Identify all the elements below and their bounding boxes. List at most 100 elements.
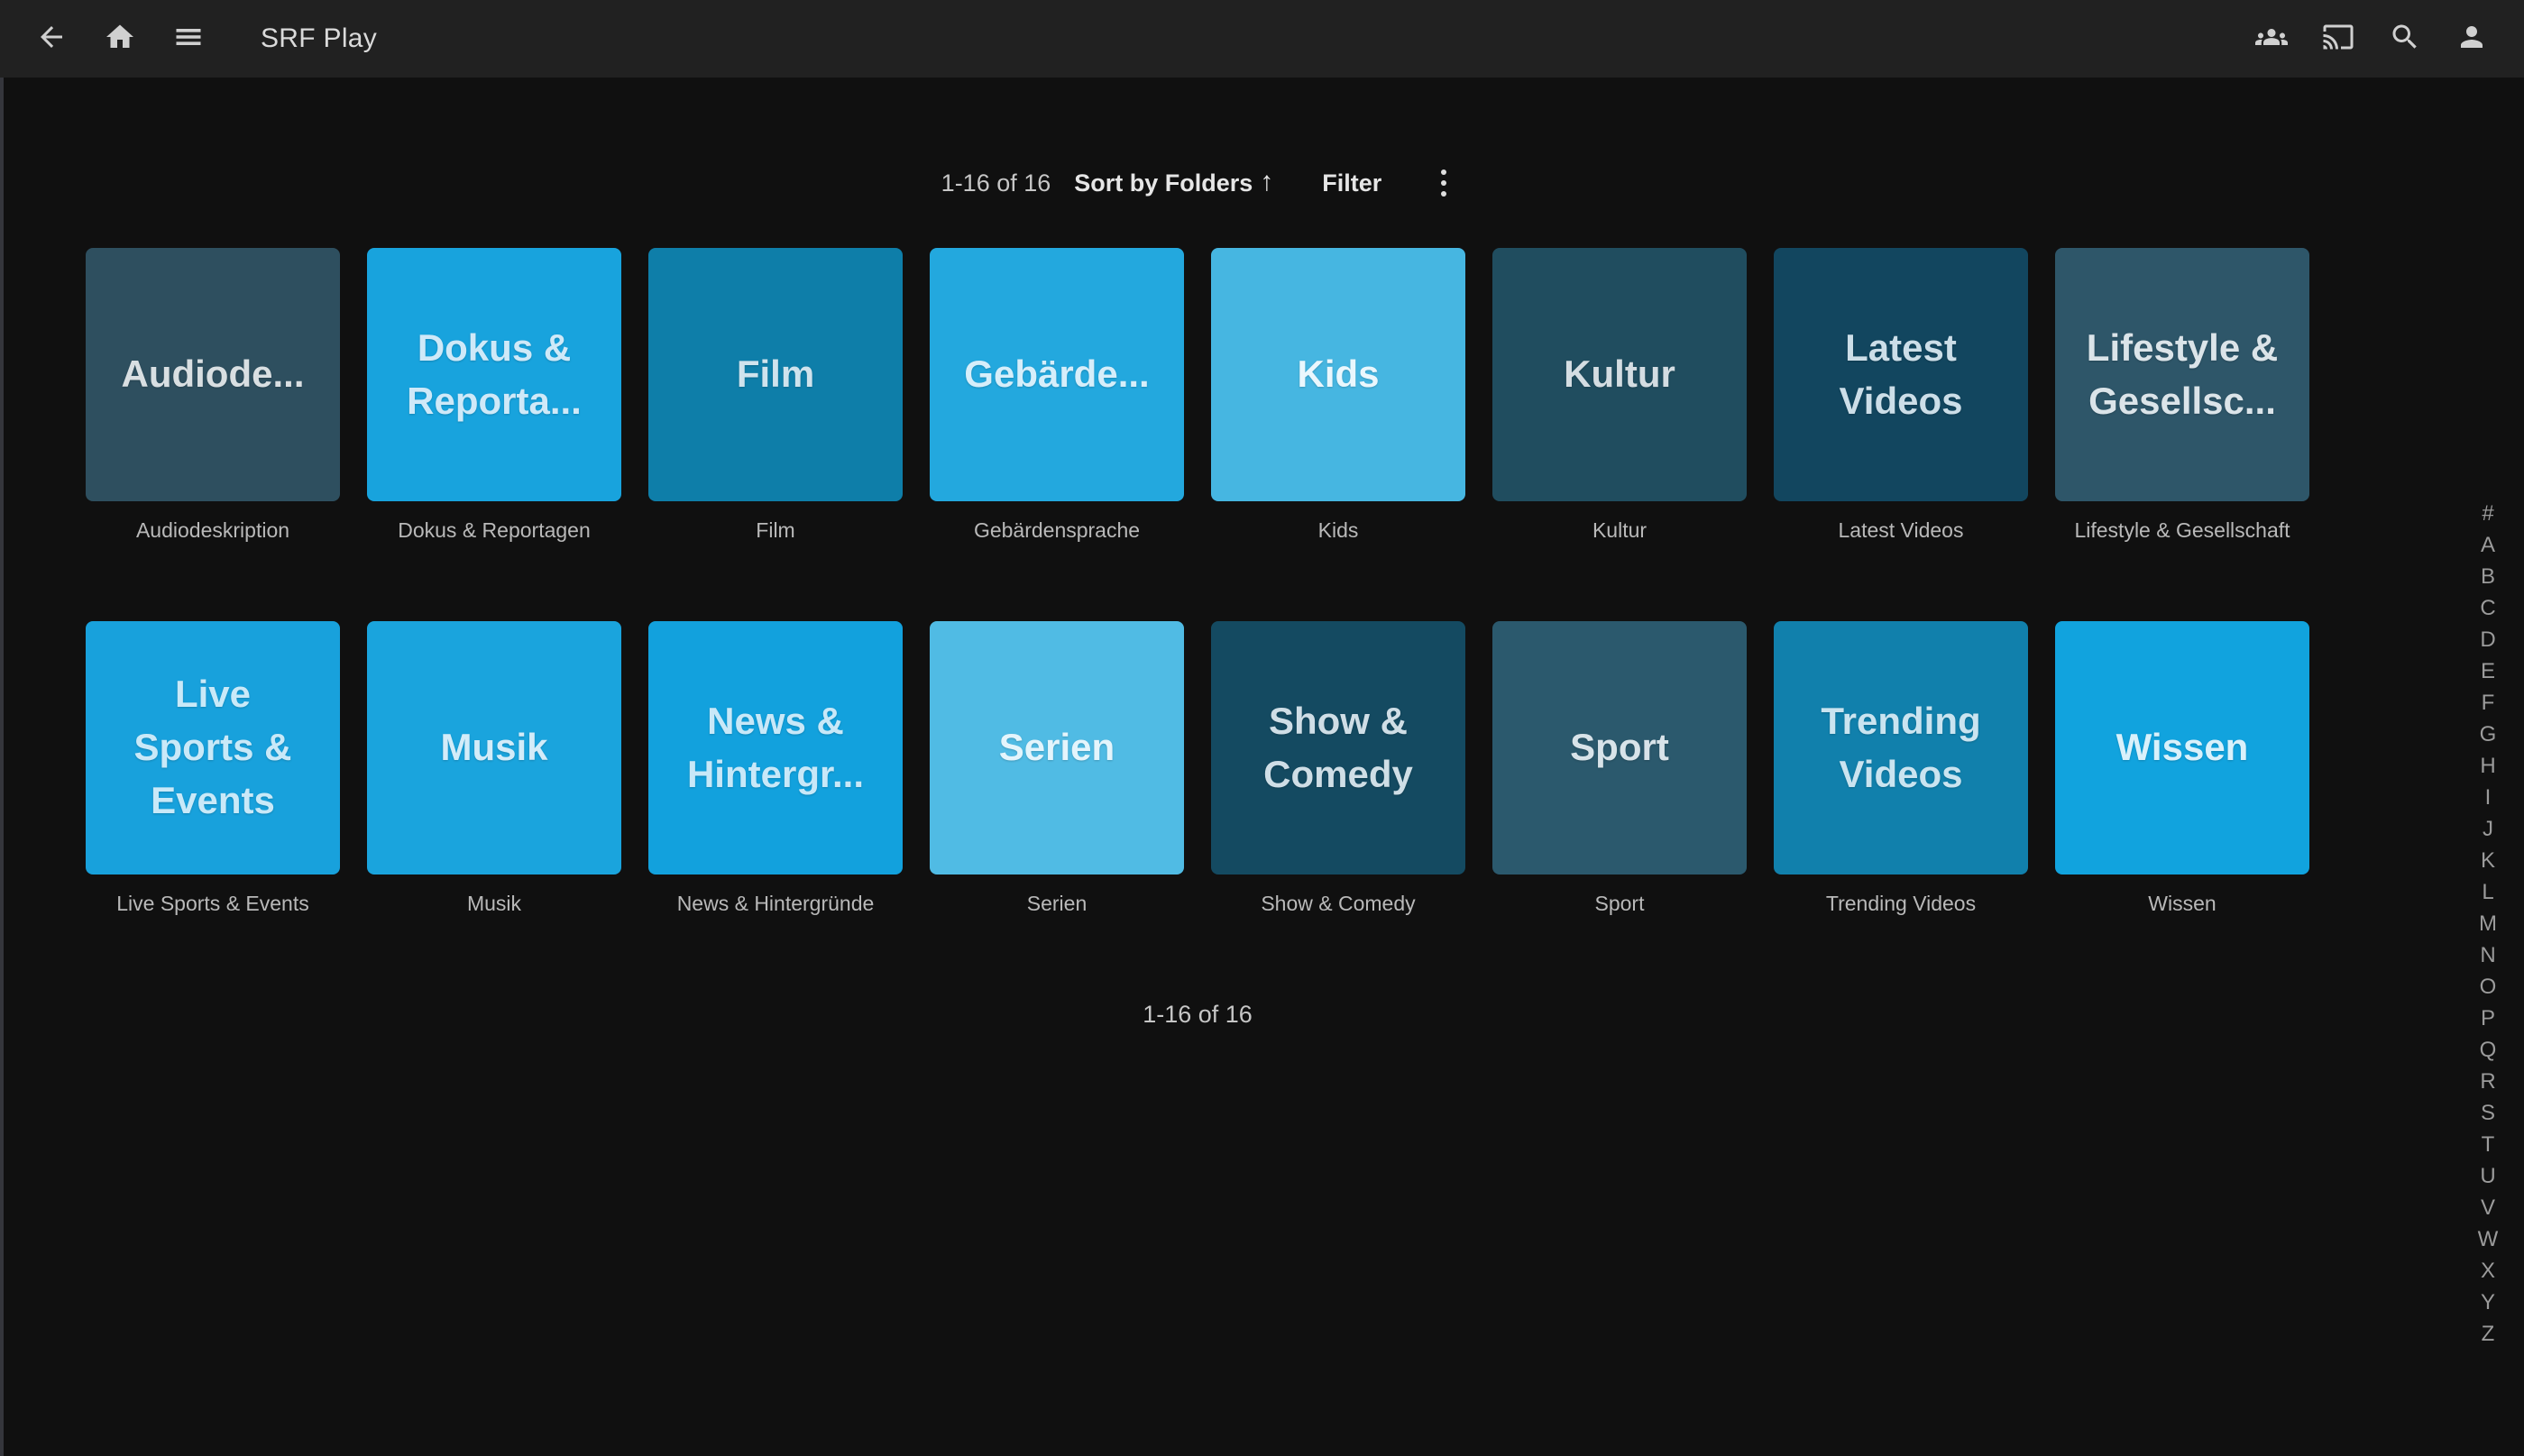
folder-tile-news-hintergr-nde[interactable]: News & Hintergr... [648,621,903,875]
folder-caption: Kids [1211,517,1465,543]
list-controls: 1-16 of 16 Sort by Folders ↑ Filter [86,160,2309,206]
alpha-letter-a[interactable]: A [2472,529,2504,561]
alpha-letter-t[interactable]: T [2472,1129,2504,1160]
alpha-letter-q[interactable]: Q [2472,1034,2504,1066]
syncplay-button[interactable] [2255,23,2288,55]
alpha-letter-u[interactable]: U [2472,1160,2504,1192]
home-icon [104,21,136,58]
folder-tile-serien[interactable]: Serien [930,621,1184,875]
folder-card: Film Film [648,248,903,543]
alpha-letter-i[interactable]: I [2472,782,2504,813]
alpha-letter-z[interactable]: Z [2472,1318,2504,1350]
folder-tile-trending-videos[interactable]: Trending Videos [1774,621,2028,875]
alpha-letter-r[interactable]: R [2472,1066,2504,1097]
folder-tile-text: Gebärde... [951,348,1161,401]
folder-tile-kids[interactable]: Kids [1211,248,1465,501]
alpha-letter-g[interactable]: G [2472,719,2504,750]
alpha-letter-c[interactable]: C [2472,592,2504,624]
folder-tile-lifestyle-gesellschaft[interactable]: Lifestyle & Gesellsc... [2055,248,2309,501]
alpha-letter-e[interactable]: E [2472,655,2504,687]
back-button[interactable] [35,23,68,55]
folder-card: Lifestyle & Gesellsc... Lifestyle & Gese… [2055,248,2309,543]
folder-caption: Audiodeskription [86,517,340,543]
alpha-letter-o[interactable]: O [2472,971,2504,1003]
page-title: SRF Play [261,23,377,54]
folder-caption: Live Sports & Events [86,891,340,916]
folder-tile-kultur[interactable]: Kultur [1492,248,1747,501]
alpha-letter-h[interactable]: H [2472,750,2504,782]
alpha-letter-m[interactable]: M [2472,908,2504,939]
folder-card: Serien Serien [930,621,1184,916]
item-count: 1-16 of 16 [941,169,1051,197]
folder-card: Gebärde... Gebärdensprache [930,248,1184,543]
alpha-letter-v[interactable]: V [2472,1192,2504,1223]
alpha-letter-b[interactable]: B [2472,561,2504,592]
alpha-letter-d[interactable]: D [2472,624,2504,655]
folder-tile-text: Kultur [1551,348,1688,401]
folder-tile-musik[interactable]: Musik [367,621,621,875]
sort-button-label: Sort by Folders [1074,169,1253,197]
folder-tile-sport[interactable]: Sport [1492,621,1747,875]
folder-tile-audiodeskription[interactable]: Audiode... [86,248,340,501]
folder-tile-geb-rdensprache[interactable]: Gebärde... [930,248,1184,501]
folder-caption: Latest Videos [1774,517,2028,543]
filter-button[interactable]: Filter [1322,169,1381,197]
alpha-letter-l[interactable]: L [2472,876,2504,908]
folder-caption: News & Hintergründe [648,891,903,916]
folder-tile-film[interactable]: Film [648,248,903,501]
kebab-dot [1441,191,1446,197]
kebab-dot [1441,180,1446,186]
folder-card: Live Sports & Events Live Sports & Event… [86,621,340,916]
user-button[interactable] [2455,23,2488,55]
alpha-letter-p[interactable]: P [2472,1003,2504,1034]
folder-tile-text: Wissen [2104,721,2262,774]
folder-card: Kultur Kultur [1492,248,1747,543]
footer-item-count: 1-16 of 16 [86,997,2309,1031]
people-group-icon [2255,21,2288,58]
folder-tile-wissen[interactable]: Wissen [2055,621,2309,875]
topbar-right [2255,23,2488,55]
folder-caption: Wissen [2055,891,2309,916]
cast-button[interactable] [2322,23,2354,55]
folder-tile-text: Trending Videos [1808,695,1993,801]
folder-card: News & Hintergr... News & Hintergründe [648,621,903,916]
top-app-bar: SRF Play [0,0,2524,78]
home-button[interactable] [104,23,136,55]
topbar-left: SRF Play [35,5,377,72]
folder-caption: Film [648,517,903,543]
alpha-letter-k[interactable]: K [2472,845,2504,876]
search-button[interactable] [2389,23,2421,55]
folder-card: Dokus & Reporta... Dokus & Reportagen [367,248,621,543]
hamburger-menu-icon [172,21,205,58]
alpha-letter-hash[interactable]: # [2472,498,2504,529]
menu-button[interactable] [172,23,205,55]
folder-tile-text: Sport [1557,721,1682,774]
folder-tile-text: Serien [987,721,1127,774]
alpha-letter-f[interactable]: F [2472,687,2504,719]
cast-icon [2322,21,2354,58]
folder-tile-latest-videos[interactable]: Latest Videos [1774,248,2028,501]
alpha-letter-x[interactable]: X [2472,1255,2504,1287]
alpha-letter-s[interactable]: S [2472,1097,2504,1129]
folder-card: Show & Comedy Show & Comedy [1211,621,1465,916]
folder-caption: Lifestyle & Gesellschaft [2055,517,2309,543]
alpha-letter-j[interactable]: J [2472,813,2504,845]
filter-button-label: Filter [1322,169,1381,197]
folder-caption: Serien [930,891,1184,916]
folder-caption: Dokus & Reportagen [367,517,621,543]
folder-tile-show-comedy[interactable]: Show & Comedy [1211,621,1465,875]
folder-tile-text: Latest Videos [1827,322,1976,428]
scrollbar[interactable] [0,78,4,1456]
sort-button[interactable]: Sort by Folders ↑ [1074,169,1273,197]
folder-tile-text: Live Sports & Events [121,668,304,827]
alpha-letter-y[interactable]: Y [2472,1287,2504,1318]
alpha-letter-n[interactable]: N [2472,939,2504,971]
folder-caption: Kultur [1492,517,1747,543]
folder-tile-dokus-reportagen[interactable]: Dokus & Reporta... [367,248,621,501]
alphabet-picker: #ABCDEFGHIJKLMNOPQRSTUVWXYZ [2472,498,2504,1350]
more-options-button[interactable] [1434,166,1454,200]
folder-tile-live-sports-events[interactable]: Live Sports & Events [86,621,340,875]
folder-caption: Gebärdensprache [930,517,1184,543]
alpha-letter-w[interactable]: W [2472,1223,2504,1255]
folder-tile-text: Musik [427,721,560,774]
